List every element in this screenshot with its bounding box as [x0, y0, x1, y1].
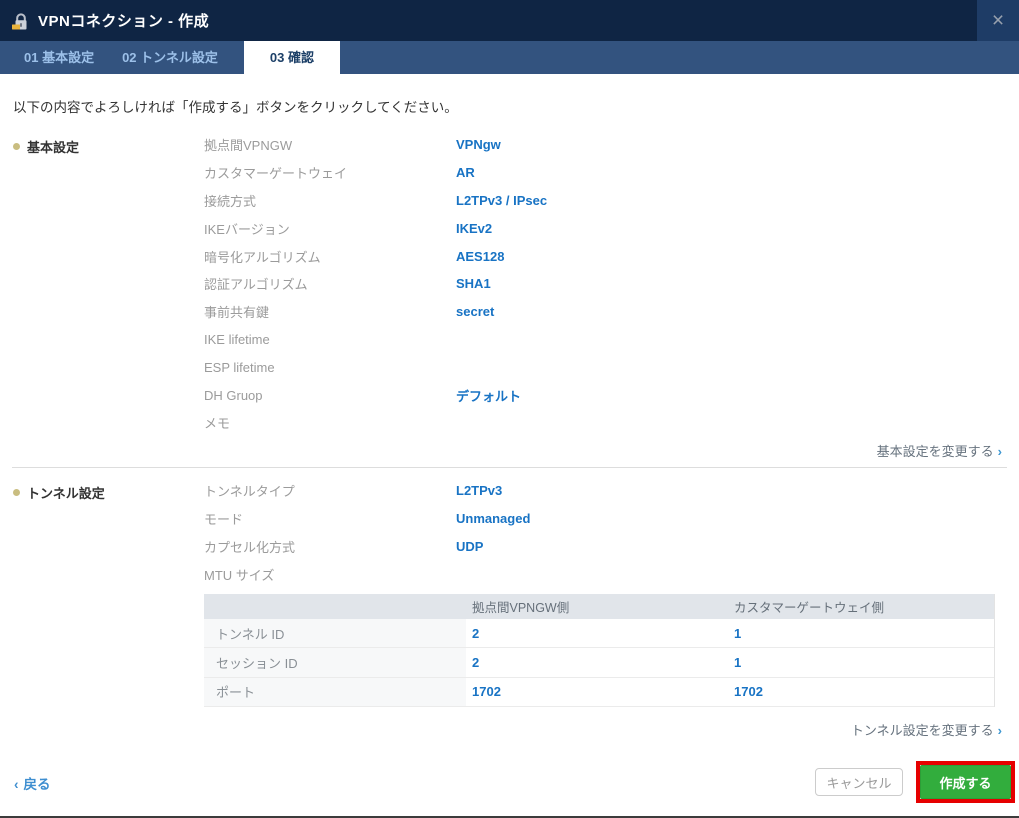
review-row-connection-type: 接続方式 L2TPv3 / IPsec [204, 187, 1019, 215]
dialog-title: VPNコネクション - 作成 [38, 10, 209, 31]
chevron-left-icon: ‹ [14, 777, 19, 792]
review-row-mode: モード Unmanaged [204, 505, 1019, 533]
review-row-ike-version: IKEバージョン IKEv2 [204, 214, 1019, 242]
review-row-encapsulation: カプセル化方式 UDP [204, 533, 1019, 561]
field-label: 拠点間VPNGW [204, 135, 456, 154]
field-label: モード [204, 509, 456, 528]
dialog-header: VPNコネクション - 作成 × [0, 0, 1019, 41]
field-label: カプセル化方式 [204, 537, 456, 556]
annotation-highlight: 作成する [916, 761, 1015, 803]
section-bullet-icon [13, 143, 20, 150]
basic-settings-title: 基本設定 [13, 137, 79, 156]
basic-settings-rows: 拠点間VPNGW VPNgw カスタマーゲートウェイ AR 接続方式 L2TPv… [204, 131, 1019, 437]
table-row-session-id: セッション ID 2 1 [204, 648, 994, 677]
field-value: L2TPv3 [456, 483, 502, 498]
field-label: トンネルタイプ [204, 481, 456, 500]
tunnel-settings-section: トンネル設定 トンネルタイプ L2TPv3 モード Unmanaged カプセル… [0, 477, 1019, 588]
review-row-ike-lifetime: IKE lifetime [204, 326, 1019, 354]
field-label: メモ [204, 413, 456, 432]
field-value: Unmanaged [456, 511, 530, 526]
field-value: UDP [456, 539, 483, 554]
review-row-esp-lifetime: ESP lifetime [204, 353, 1019, 381]
field-label: 暗号化アルゴリズム [204, 247, 456, 266]
table-cell-value: 2 [466, 655, 728, 670]
table-row-port: ポート 1702 1702 [204, 678, 994, 707]
section-title-label: トンネル設定 [27, 483, 105, 502]
field-value: AES128 [456, 249, 504, 264]
field-value: VPNgw [456, 137, 501, 152]
review-row-mtu-size: MTU サイズ [204, 560, 1019, 588]
instruction-text: 以下の内容でよろしければ「作成する」ボタンをクリックしてください。 [13, 96, 458, 116]
section-bullet-icon [13, 489, 20, 496]
review-row-auth-algorithm: 認証アルゴリズム SHA1 [204, 270, 1019, 298]
field-value: SHA1 [456, 276, 491, 291]
table-header-row: 拠点間VPNGW側 カスタマーゲートウェイ側 [204, 594, 994, 619]
chevron-right-icon: › [998, 444, 1002, 459]
change-basic-settings-link[interactable]: 基本設定を変更する › [877, 441, 1002, 459]
field-label: IKE lifetime [204, 332, 456, 347]
table-header-cgw-side: カスタマーゲートウェイ側 [728, 597, 994, 616]
table-cell-value: 1702 [728, 684, 994, 699]
change-tunnel-settings-link[interactable]: トンネル設定を変更する › [851, 720, 1002, 738]
tab-01-basic-settings[interactable]: 01 基本設定 [10, 41, 108, 74]
field-value: デフォルト [456, 386, 521, 405]
tunnel-settings-title: トンネル設定 [13, 483, 105, 502]
field-value: IKEv2 [456, 221, 492, 236]
chevron-right-icon: › [998, 723, 1002, 738]
cancel-button[interactable]: キャンセル [815, 768, 903, 796]
lock-icon [11, 12, 31, 32]
table-cell-value: 1702 [466, 684, 728, 699]
table-row-tunnel-id: トンネル ID 2 1 [204, 619, 994, 648]
table-cell-value: 1 [728, 655, 994, 670]
back-link[interactable]: ‹ 戻る [14, 773, 51, 793]
section-divider [12, 467, 1007, 468]
tab-03-confirm[interactable]: 03 確認 [244, 41, 340, 74]
field-label: カスタマーゲートウェイ [204, 163, 456, 182]
field-value: AR [456, 165, 475, 180]
table-header-vpngw-side: 拠点間VPNGW側 [466, 597, 728, 616]
review-row-tunnel-type: トンネルタイプ L2TPv3 [204, 477, 1019, 505]
review-row-encryption-algorithm: 暗号化アルゴリズム AES128 [204, 242, 1019, 270]
field-label: MTU サイズ [204, 565, 456, 584]
change-link-label: 基本設定を変更する [877, 444, 994, 459]
field-label: 認証アルゴリズム [204, 274, 456, 293]
back-link-label: 戻る [24, 777, 51, 792]
field-label: DH Gruop [204, 388, 456, 403]
table-row-label: トンネル ID [204, 619, 466, 647]
field-label: 接続方式 [204, 191, 456, 210]
basic-settings-section: 基本設定 拠点間VPNGW VPNgw カスタマーゲートウェイ AR 接続方式 … [0, 131, 1019, 437]
create-button[interactable]: 作成する [920, 765, 1011, 799]
change-link-label: トンネル設定を変更する [851, 723, 994, 738]
tunnel-settings-rows: トンネルタイプ L2TPv3 モード Unmanaged カプセル化方式 UDP… [204, 477, 1019, 588]
review-row-dh-group: DH Gruop デフォルト [204, 381, 1019, 409]
table-row-label: ポート [204, 678, 466, 706]
review-row-memo: メモ [204, 409, 1019, 437]
review-row-customer-gateway: カスタマーゲートウェイ AR [204, 159, 1019, 187]
table-cell-value: 1 [728, 626, 994, 641]
wizard-steps: 01 基本設定 02 トンネル設定 03 確認 [0, 41, 1019, 74]
table-header-cell [204, 594, 466, 619]
review-row-pre-shared-key: 事前共有鍵 secret [204, 298, 1019, 326]
table-row-label: セッション ID [204, 648, 466, 676]
field-value: L2TPv3 / IPsec [456, 193, 547, 208]
vpn-connection-create-dialog: VPNコネクション - 作成 × 01 基本設定 02 トンネル設定 03 確認… [0, 0, 1019, 818]
table-cell-value: 2 [466, 626, 728, 641]
field-label: IKEバージョン [204, 219, 456, 238]
review-row-vpngw: 拠点間VPNGW VPNgw [204, 131, 1019, 159]
tunnel-detail-table: 拠点間VPNGW側 カスタマーゲートウェイ側 トンネル ID 2 1 セッション… [204, 594, 995, 707]
close-icon[interactable]: × [977, 0, 1019, 41]
tab-02-tunnel-settings[interactable]: 02 トンネル設定 [108, 41, 232, 74]
section-title-label: 基本設定 [27, 137, 79, 156]
field-label: ESP lifetime [204, 360, 456, 375]
field-value: secret [456, 304, 494, 319]
field-label: 事前共有鍵 [204, 302, 456, 321]
